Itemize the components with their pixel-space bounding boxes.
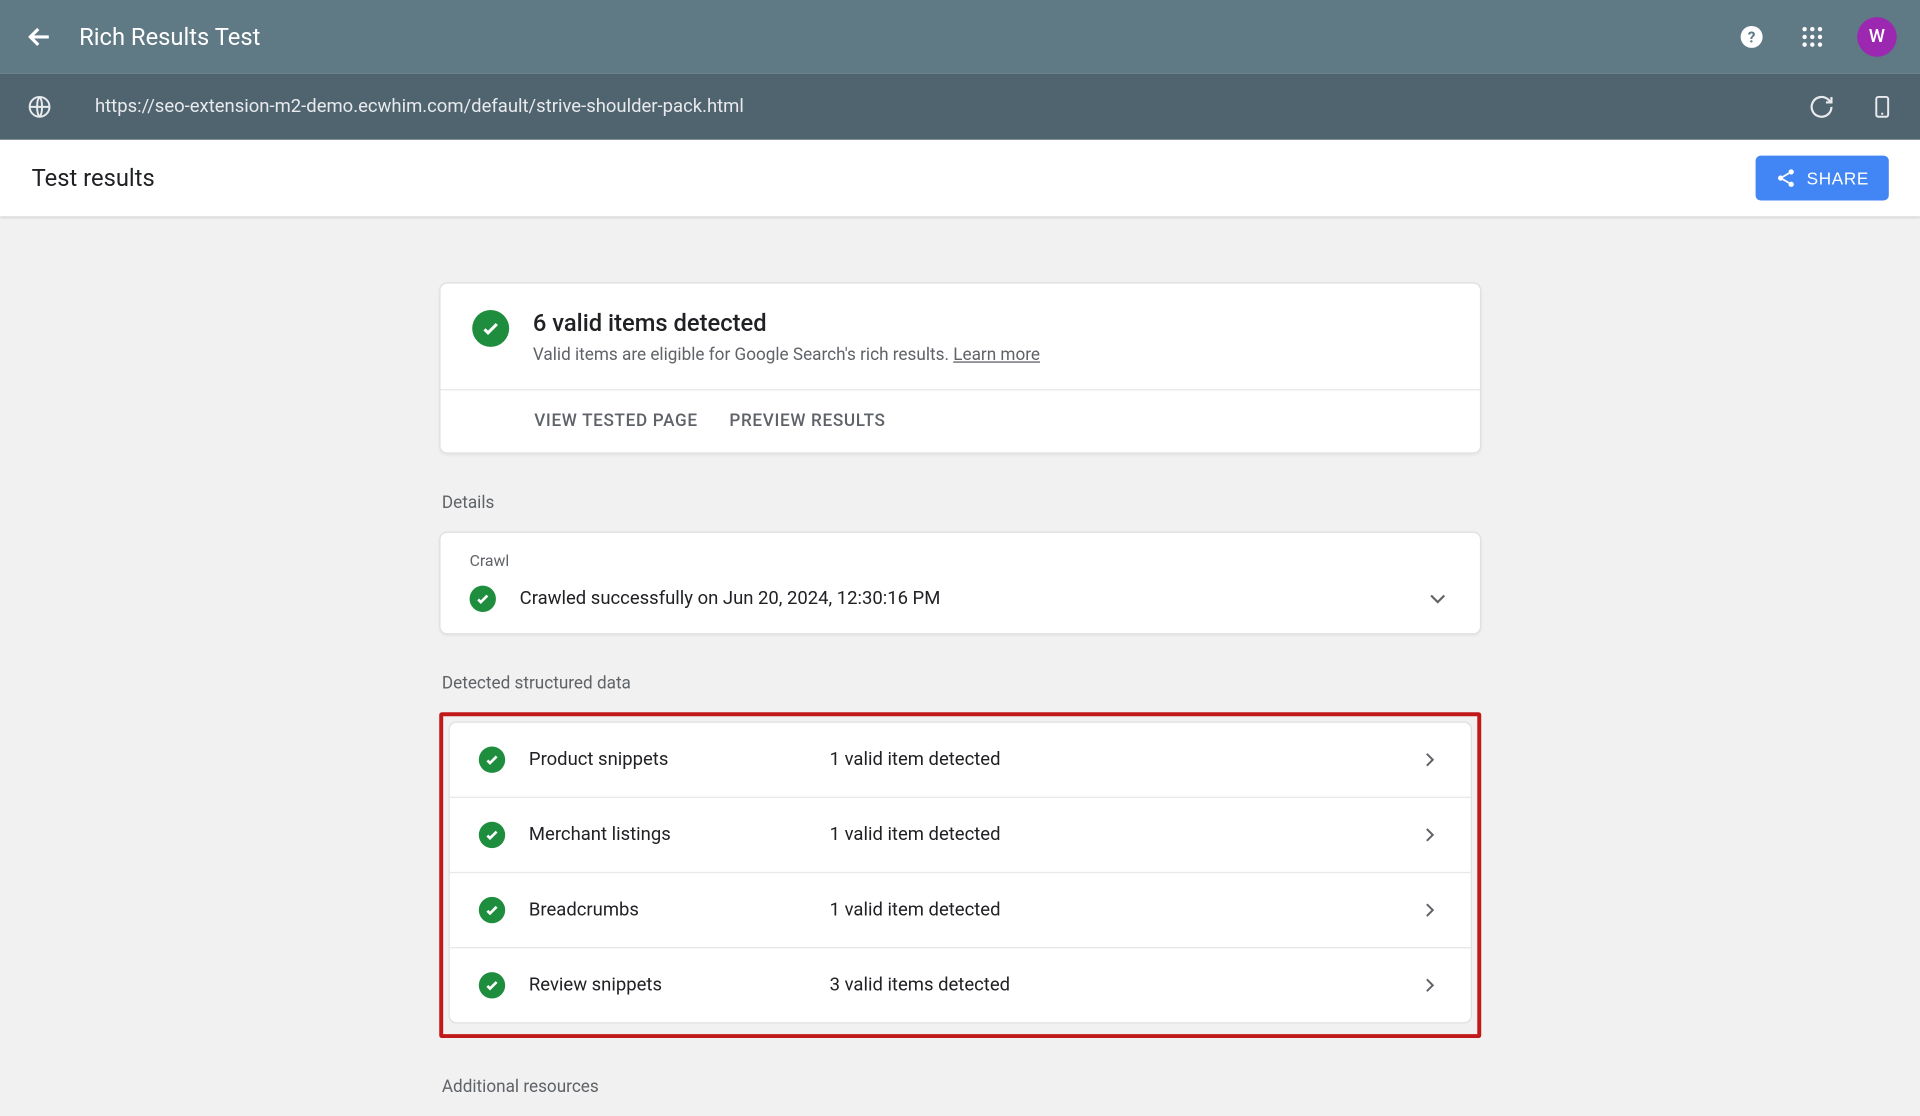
item-check-icon: [479, 822, 505, 848]
share-icon: [1775, 168, 1796, 189]
structured-data-list: Product snippets1 valid item detectedMer…: [448, 721, 1472, 1023]
header-icon-group: ? W: [1736, 17, 1897, 57]
structured-data-row[interactable]: Merchant listings 1 valid item detected: [450, 798, 1471, 873]
app-header: Rich Results Test ? W: [0, 0, 1920, 74]
crawl-check-icon: [470, 586, 496, 612]
success-check-icon: [472, 310, 509, 347]
smartphone-icon[interactable]: [1868, 92, 1897, 121]
chevron-right-icon: [1418, 748, 1442, 772]
item-check-icon: [479, 747, 505, 773]
svg-text:?: ?: [1748, 28, 1756, 46]
structured-data-row[interactable]: Product snippets 1 valid item detected: [450, 723, 1471, 798]
page-title: Test results: [32, 164, 1756, 192]
share-button[interactable]: SHARE: [1755, 156, 1889, 201]
summary-subtitle: Valid items are eligible for Google Sear…: [533, 346, 1040, 366]
crawl-card[interactable]: Crawl Crawled successfully on Jun 20, 20…: [439, 532, 1481, 635]
learn-more-link[interactable]: Learn more: [953, 346, 1040, 366]
summary-text: 6 valid items detected Valid items are e…: [533, 310, 1040, 365]
item-name: Breadcrumbs: [529, 900, 806, 921]
chevron-right-icon: [1418, 973, 1442, 997]
summary-top: 6 valid items detected Valid items are e…: [441, 284, 1480, 391]
crawl-label: Crawl: [441, 533, 1480, 570]
chevron-right-icon: [1418, 898, 1442, 922]
url-actions: [1807, 92, 1897, 121]
help-icon[interactable]: ?: [1736, 21, 1768, 53]
summary-subtitle-text: Valid items are eligible for Google Sear…: [533, 346, 953, 366]
subheader: Test results SHARE: [0, 140, 1920, 217]
structured-data-highlight: Product snippets1 valid item detectedMer…: [439, 712, 1481, 1038]
summary-title: 6 valid items detected: [533, 310, 1040, 338]
preview-results-button[interactable]: PREVIEW RESULTS: [729, 412, 885, 432]
item-status: 1 valid item detected: [830, 824, 1395, 845]
share-label: SHARE: [1807, 168, 1869, 188]
item-name: Merchant listings: [529, 824, 806, 845]
item-check-icon: [479, 972, 505, 998]
avatar-initial: W: [1869, 26, 1885, 47]
tested-url[interactable]: https://seo-extension-m2-demo.ecwhim.com…: [95, 96, 1807, 117]
center-column: 6 valid items detected Valid items are e…: [439, 282, 1481, 1116]
structured-data-row[interactable]: Review snippets 3 valid items detected: [450, 948, 1471, 1022]
item-name: Review snippets: [529, 975, 806, 996]
content-area: 6 valid items detected Valid items are e…: [0, 216, 1920, 1116]
chevron-down-icon[interactable]: [1425, 586, 1451, 612]
structured-data-section-label: Detected structured data: [442, 674, 1481, 694]
summary-card: 6 valid items detected Valid items are e…: [439, 282, 1481, 453]
globe-icon: [24, 91, 56, 123]
item-status: 1 valid item detected: [830, 900, 1395, 921]
details-section-label: Details: [442, 493, 1481, 513]
avatar[interactable]: W: [1857, 17, 1897, 57]
additional-resources-label: Additional resources: [442, 1078, 1481, 1098]
item-status: 3 valid items detected: [830, 975, 1395, 996]
chevron-right-icon: [1418, 823, 1442, 847]
summary-actions: VIEW TESTED PAGE PREVIEW RESULTS: [441, 390, 1480, 452]
view-tested-page-button[interactable]: VIEW TESTED PAGE: [534, 412, 698, 432]
apps-grid-icon[interactable]: [1796, 21, 1828, 53]
app-title: Rich Results Test: [79, 23, 1736, 51]
item-check-icon: [479, 897, 505, 923]
crawl-status-text: Crawled successfully on Jun 20, 2024, 12…: [520, 588, 1401, 609]
crawl-row: Crawled successfully on Jun 20, 2024, 12…: [441, 570, 1480, 633]
refresh-icon[interactable]: [1807, 92, 1836, 121]
back-arrow-icon[interactable]: [24, 21, 56, 53]
url-bar: https://seo-extension-m2-demo.ecwhim.com…: [0, 74, 1920, 140]
item-name: Product snippets: [529, 749, 806, 770]
structured-data-row[interactable]: Breadcrumbs 1 valid item detected: [450, 873, 1471, 948]
item-status: 1 valid item detected: [830, 749, 1395, 770]
